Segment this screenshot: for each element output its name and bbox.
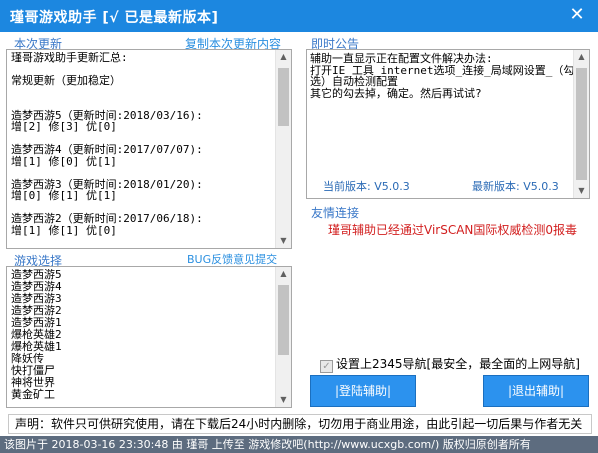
bug-report-link[interactable]: BUG反馈意见提交	[187, 251, 277, 267]
update-log-line: 增[0] 修[1] 优[1]	[11, 189, 117, 202]
update-log-line: 增[2] 修[3] 优[0]	[11, 120, 117, 133]
scroll-thumb[interactable]	[576, 68, 587, 180]
window-title: 瑾哥游戏助手 [√ 已是最新版本]	[10, 10, 219, 26]
game-list-item[interactable]: 黄金矿工	[11, 389, 275, 401]
scroll-down-icon[interactable]: ▼	[574, 184, 589, 198]
virscan-notice[interactable]: 瑾哥辅助已经通过VirSCAN国际权威检测0报毒	[328, 221, 577, 238]
game-list-scrollbar[interactable]: ▲ ▼	[275, 267, 291, 407]
watermark-text: 该图片于 2018-03-16 23:30:48 由 瑾哥 上传至 游戏修改吧(…	[4, 438, 531, 451]
update-log-content: 瑾哥游戏助手更新汇总: 常规更新（更加稳定） 造梦西游5（更新时间:2018/0…	[11, 52, 275, 246]
update-log-scrollbar[interactable]: ▲ ▼	[275, 50, 291, 248]
update-log-line: 造梦西游2（更新时间:2017/06/18):	[11, 212, 203, 225]
update-log-line: 瑾哥游戏助手更新汇总:	[11, 52, 128, 64]
update-log-textbox[interactable]: 瑾哥游戏助手更新汇总: 常规更新（更加稳定） 造梦西游5（更新时间:2018/0…	[6, 49, 292, 249]
notice-line: 其它的勾去掉，确定。然后再试试?	[310, 86, 482, 100]
current-version: 当前版本: V5.0.3	[323, 180, 410, 193]
main-window: 瑾哥游戏助手 [√ 已是最新版本] ✕ 本次更新 复制本次更新内容 瑾哥游戏助手…	[0, 0, 598, 436]
watermark-bar: 该图片于 2018-03-16 23:30:48 由 瑾哥 上传至 游戏修改吧(…	[0, 436, 598, 453]
title-bar[interactable]: 瑾哥游戏助手 [√ 已是最新版本] ✕	[0, 0, 598, 32]
notice-line: 选）自动检测配置	[310, 75, 398, 88]
latest-version: 最新版本: V5.0.3	[472, 180, 559, 193]
notice-box: 辅助一直显示正在配置文件解决办法: 打开IE_工具_internet选项_连接_局…	[306, 49, 590, 199]
scroll-down-icon[interactable]: ▼	[276, 234, 291, 248]
set-homepage-option[interactable]: ✓ 设置上2345导航[最安全，最全面的上网导航]	[320, 355, 580, 373]
checkbox-checked-icon[interactable]: ✓	[320, 360, 333, 373]
close-icon[interactable]: ✕	[566, 4, 588, 26]
notice-content: 辅助一直显示正在配置文件解决办法: 打开IE_工具_internet选项_连接_局…	[310, 52, 574, 100]
scroll-up-icon[interactable]: ▲	[574, 50, 589, 64]
game-list-item[interactable]: 爆枪英雄1	[11, 341, 275, 353]
exit-button[interactable]: |退出辅助|	[483, 375, 589, 407]
disclaimer-bar: 声明：软件只可供研究使用，请在下载后24小时内删除，切勿用于商业用途，由此引起一…	[8, 414, 592, 434]
scroll-down-icon[interactable]: ▼	[276, 393, 291, 407]
update-log-line: 增[1] 修[1] 优[0]	[11, 223, 117, 237]
scroll-thumb[interactable]	[278, 68, 289, 126]
scroll-up-icon[interactable]: ▲	[276, 267, 291, 281]
update-log-line: 造梦西游4（更新时间:2017/07/07):	[11, 143, 203, 156]
friend-link-label: 友情连接	[311, 206, 360, 220]
notice-scrollbar[interactable]: ▲ ▼	[573, 50, 589, 198]
scroll-up-icon[interactable]: ▲	[276, 50, 291, 64]
update-log-line	[11, 167, 275, 179]
disclaimer-text: 声明：软件只可供研究使用，请在下载后24小时内删除，切勿用于商业用途，由此引起一…	[15, 417, 583, 431]
update-log-line	[11, 87, 275, 99]
update-log-line: 增[1] 修[0] 优[1]	[11, 154, 117, 168]
game-list[interactable]: 造梦西游5 造梦西游4 造梦西游3 造梦西游2 造梦西游1 爆枪英雄2 爆枪英雄1 降妖传 快打…	[6, 266, 292, 408]
update-log-line	[11, 98, 275, 110]
set-homepage-label: 设置上2345导航[最安全，最全面的上网导航]	[336, 357, 580, 371]
scroll-thumb[interactable]	[278, 285, 289, 355]
update-log-line: 常规更新（更加稳定）	[11, 74, 121, 87]
notice-line: 辅助一直显示正在配置文件解决办法:	[310, 52, 493, 65]
login-button[interactable]: |登陆辅助|	[310, 375, 416, 407]
game-list-items: 造梦西游5 造梦西游4 造梦西游3 造梦西游2 造梦西游1 爆枪英雄2 爆枪英雄1 降妖传 快打…	[11, 269, 275, 405]
